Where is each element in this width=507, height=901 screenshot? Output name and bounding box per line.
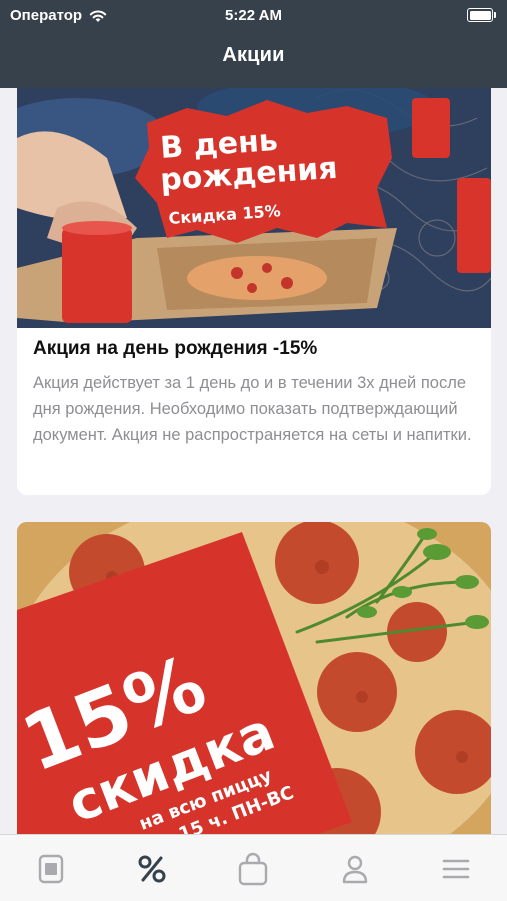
page-title: Акции — [222, 44, 285, 66]
pizza-photo-illustration: 15% скидка на всю пиццу до 15 ч. ПН-ВС — [17, 522, 491, 834]
tab-cart[interactable] — [233, 849, 273, 889]
promo-card-pizza-discount[interactable]: 15% скидка на всю пиццу до 15 ч. ПН-ВС — [17, 522, 491, 834]
promo-banner-pizza-discount[interactable]: 15% скидка на всю пиццу до 15 ч. ПН-ВС — [17, 522, 491, 834]
status-time: 5:22 AM — [225, 7, 282, 24]
status-bar: Оператор 5:22 AM — [0, 0, 507, 30]
more-icon — [442, 859, 470, 879]
tab-profile[interactable] — [335, 849, 375, 889]
tab-bar — [0, 834, 507, 901]
promo-title: Акция на день рождения -15% — [33, 338, 318, 359]
menu-book-icon — [38, 854, 64, 884]
promo-list[interactable]: В день рождения Скидка 15% Акция на день… — [0, 88, 507, 834]
tab-more[interactable] — [436, 849, 476, 889]
promo-card-birthday[interactable]: В день рождения Скидка 15% Акция на день… — [17, 88, 491, 495]
promo-banner-birthday[interactable]: В день рождения Скидка 15% — [17, 88, 491, 328]
promo-description: Акция действует за 1 день до и в течении… — [33, 374, 472, 444]
percent-icon — [138, 855, 166, 883]
shopping-bag-icon — [238, 852, 268, 886]
battery-icon — [467, 8, 496, 22]
tab-promotions[interactable] — [132, 849, 172, 889]
birthday-photo-illustration: В день рождения Скидка 15% — [17, 88, 491, 328]
tab-menu[interactable] — [31, 849, 71, 889]
profile-icon — [342, 855, 368, 884]
top-bar: Оператор 5:22 AM Акции — [0, 0, 507, 88]
